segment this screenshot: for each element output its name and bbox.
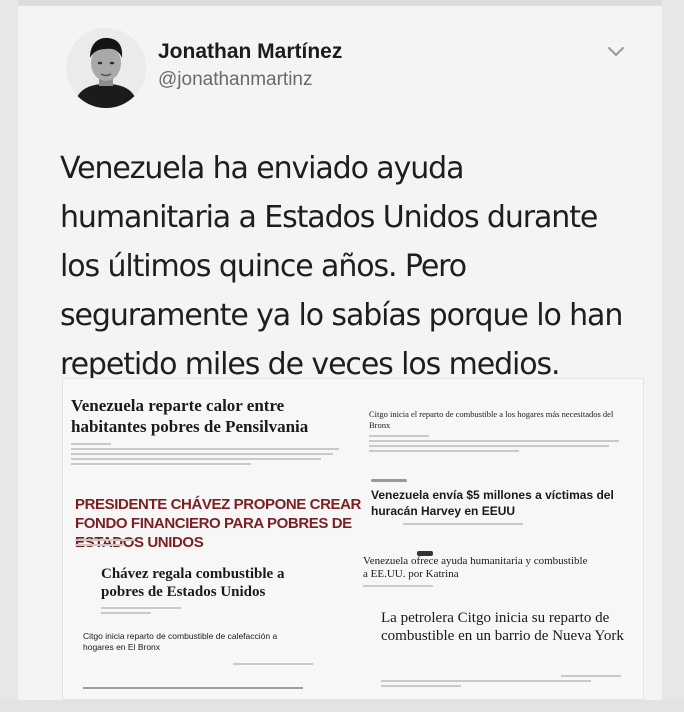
attached-image-collage[interactable]: Venezuela reparte calor entre habitantes… (62, 378, 644, 700)
headline-text: La petrolera Citgo inicia su reparto de … (381, 610, 624, 644)
article-body-lines (403, 523, 523, 528)
headline-text: Venezuela reparte calor entre habitantes… (71, 396, 309, 436)
frame-edge-left (0, 0, 18, 712)
article-body-lines (233, 663, 313, 668)
article-body-lines (363, 585, 463, 590)
tweet-text-line: seguramente ya lo sabías porque lo han (60, 298, 623, 333)
headline-clipping: Venezuela reparte calor entre habitantes… (71, 395, 339, 437)
tweet-text-line: Venezuela ha enviado ayuda (60, 151, 464, 186)
headline-text: Venezuela envía $5 millones a víctimas d… (371, 488, 614, 518)
article-body-lines (101, 607, 181, 617)
article-caption-lines (83, 687, 303, 692)
frame-edge-right (662, 0, 684, 712)
tweet-text-line: los últimos quince años. Pero (60, 249, 467, 284)
headline-clipping: Citgo inicia reparto de combustible de c… (83, 631, 283, 653)
headline-text: Citgo inicia el reparto de combustible a… (369, 409, 614, 430)
headline-text: Chávez regala combustible a pobres de Es… (101, 566, 285, 600)
headline-text: Citgo inicia reparto de combustible de c… (83, 631, 278, 652)
user-avatar-icon (66, 28, 146, 108)
headline-clipping: Citgo inicia el reparto de combustible a… (369, 409, 619, 431)
tweet-card: Jonathan Martínez @jonathanmartinz Venez… (18, 6, 662, 700)
section-tag (371, 477, 631, 483)
headline-clipping: Venezuela envía $5 millones a víctimas d… (371, 477, 631, 519)
chevron-down-icon[interactable] (606, 44, 626, 58)
frame-edge-bottom (0, 698, 684, 712)
tweet-text: Venezuela ha enviado ayuda humanitaria a… (60, 144, 650, 389)
article-body-lines (381, 675, 621, 690)
article-body-lines (75, 539, 135, 549)
headline-clipping: Venezuela ofrece ayuda humanitaria y com… (363, 555, 593, 581)
article-body-lines (71, 443, 341, 468)
avatar[interactable] (66, 28, 146, 108)
headline-clipping: La petrolera Citgo inicia su reparto de … (381, 609, 631, 645)
headline-clipping: Chávez regala combustible a pobres de Es… (101, 565, 321, 601)
article-body-lines (369, 435, 619, 455)
tweet-text-line: humanitaria a Estados Unidos durante (60, 200, 598, 235)
headline-text: Venezuela ofrece ayuda humanitaria y com… (363, 555, 588, 580)
display-name[interactable]: Jonathan Martínez (158, 40, 342, 64)
user-handle[interactable]: @jonathanmartinz (158, 69, 312, 91)
